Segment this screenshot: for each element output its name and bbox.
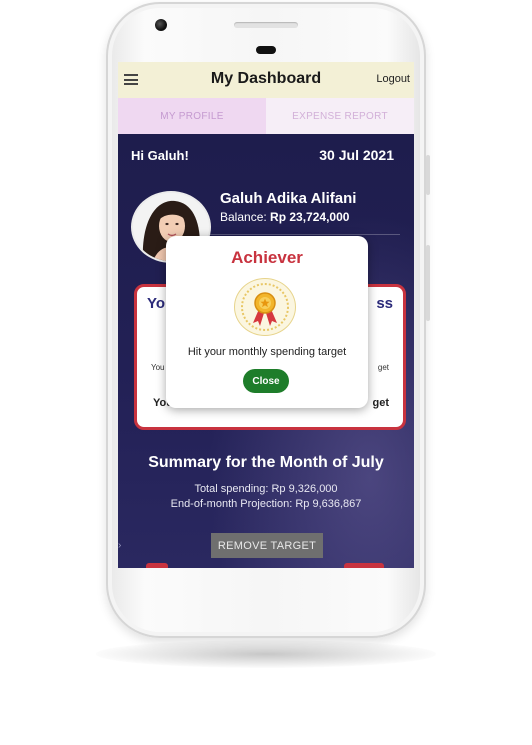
month-projection: End-of-month Projection: Rp 9,636,867: [170, 498, 362, 510]
current-date: 30 Jul 2021: [319, 147, 394, 163]
power-button: [426, 155, 430, 195]
tab-expense-report[interactable]: EXPENSE REPORT: [266, 98, 414, 134]
card-note-end: get: [377, 363, 389, 372]
tab-my-profile[interactable]: MY PROFILE: [118, 98, 266, 134]
card-note-start: You: [151, 363, 165, 372]
proximity-sensor: [256, 46, 276, 54]
front-camera: [155, 19, 167, 31]
balance-value: Rp 23,724,000: [270, 210, 350, 224]
balance-label: Balance:: [220, 210, 271, 224]
user-name: Galuh Adika Alifani: [220, 190, 357, 207]
card-title-start: Yo: [147, 295, 166, 312]
chevron-left-icon: ›: [118, 540, 122, 551]
total-spending: Total spending: Rp 9,326,000: [194, 483, 338, 495]
balance: Balance: Rp 23,724,000: [220, 210, 349, 224]
app-bar: My Dashboard Logout: [118, 62, 414, 98]
device-shadow: [96, 640, 436, 668]
logout-button[interactable]: Logout: [376, 73, 410, 85]
profile-divider: [210, 234, 400, 235]
close-button[interactable]: Close: [243, 369, 289, 393]
tab-bar: MY PROFILE EXPENSE REPORT: [118, 98, 414, 134]
remove-target-button[interactable]: REMOVE TARGET: [211, 533, 323, 558]
volume-button: [426, 245, 430, 321]
achievement-dialog: Achiever Hit your monthly spending targe…: [166, 236, 368, 408]
app-screen: My Dashboard Logout MY PROFILE EXPENSE R…: [118, 62, 414, 568]
earpiece-speaker: [234, 22, 298, 28]
greeting: Hi Galuh!: [131, 148, 189, 163]
card-footer-end: get: [372, 397, 390, 409]
dialog-title: Achiever: [231, 248, 303, 267]
next-card-peek: [146, 563, 168, 568]
achievement-medal-icon: [234, 278, 296, 336]
summary-title: Summary for the Month of July: [148, 454, 384, 471]
dialog-message: Hit your monthly spending target: [187, 346, 347, 358]
app-title: My Dashboard: [210, 70, 322, 87]
card-title-end: ss: [376, 295, 393, 312]
medal-graphic: [241, 283, 289, 331]
next-card-peek-right: [344, 563, 384, 568]
